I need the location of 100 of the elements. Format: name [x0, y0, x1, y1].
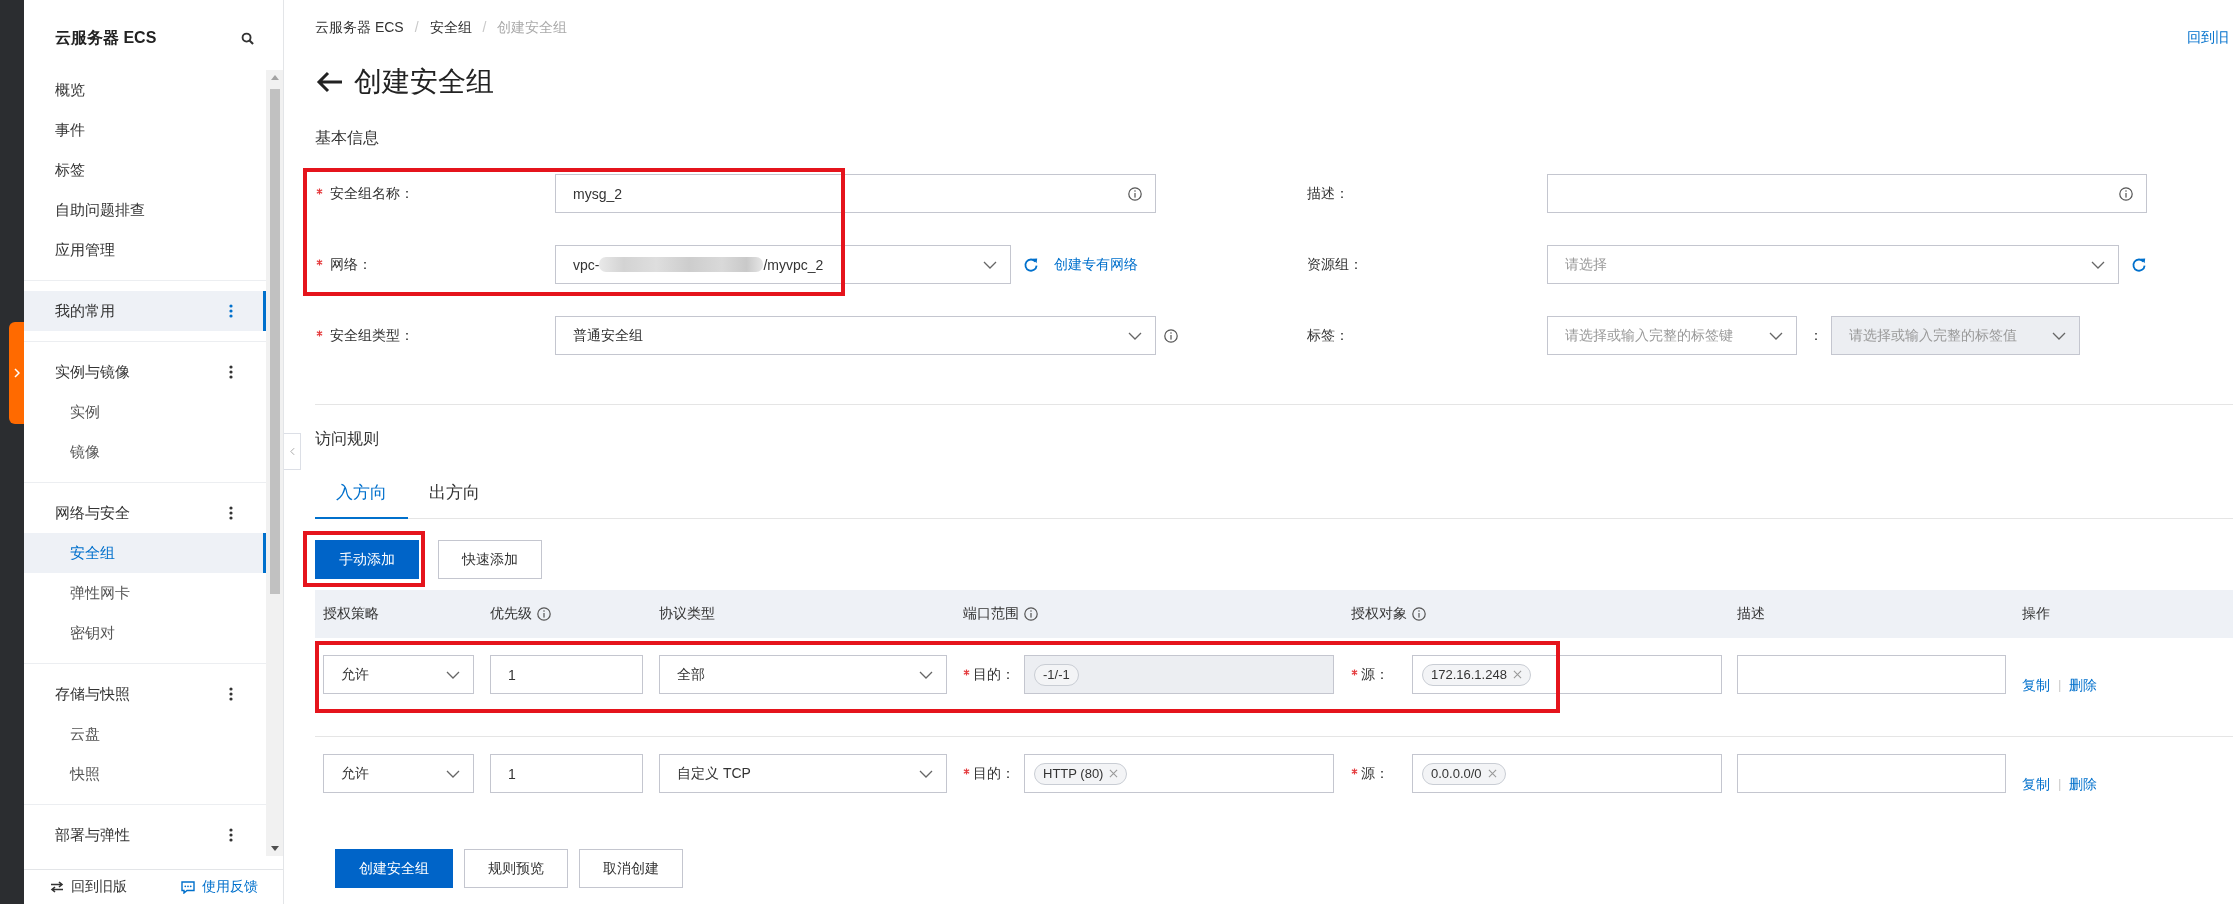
source-field[interactable]: 0.0.0.0/0 [1412, 754, 1722, 793]
refresh-icon[interactable] [1023, 256, 1039, 273]
chevron-down-icon [2052, 331, 2066, 340]
priority-field[interactable]: 1 [490, 655, 643, 694]
column-header: 优先级 [490, 605, 532, 623]
action-separator: | [2058, 676, 2062, 694]
field-label: 描述： [1307, 184, 1349, 203]
column-header: 描述 [1737, 605, 1765, 623]
quick-add-button[interactable]: 快速添加 [438, 540, 542, 579]
text-field[interactable] [1547, 174, 2147, 213]
action-separator: | [2058, 775, 2062, 793]
protocol-select[interactable]: 全部 [659, 655, 947, 694]
info-icon[interactable] [1164, 328, 1178, 343]
back-arrow-icon[interactable] [315, 70, 343, 94]
sidebar-item[interactable]: 应用管理 [24, 230, 266, 270]
chevron-down-icon [2091, 260, 2105, 269]
info-icon[interactable] [1412, 607, 1426, 621]
info-icon[interactable] [2119, 186, 2133, 201]
old-version-link[interactable]: 回到旧版 [50, 878, 127, 896]
tag-separator: ： [1809, 326, 1823, 345]
policy-select[interactable]: 允许 [323, 754, 474, 793]
priority-field[interactable]: 1 [490, 754, 643, 793]
sidebar-section[interactable]: 存储与快照 [24, 674, 266, 714]
create-network-link[interactable]: 创建专有网络 [1054, 255, 1138, 274]
description-field[interactable] [1737, 754, 2006, 793]
row-action-link[interactable]: 复制 [2022, 675, 2050, 695]
more-icon[interactable] [229, 506, 233, 520]
cancel-button[interactable]: 取消创建 [579, 849, 683, 888]
chevron-down-icon [919, 670, 933, 679]
sidebar-section[interactable]: 我的常用 [24, 291, 266, 331]
column-header: 授权策略 [323, 605, 379, 623]
more-icon[interactable] [229, 828, 233, 842]
manual-add-button[interactable]: 手动添加 [315, 540, 419, 579]
source-tag[interactable]: 0.0.0.0/0 [1422, 762, 1506, 785]
row-action-link[interactable]: 删除 [2069, 774, 2098, 794]
text-field[interactable]: mysg_2 [555, 174, 1156, 213]
chevron-down-icon [446, 670, 460, 679]
column-header: 端口范围 [963, 605, 1019, 623]
old-version-link[interactable]: 回到旧 [2187, 27, 2229, 47]
sidebar-item[interactable]: 弹性网卡 [24, 573, 266, 613]
scrollbar-thumb[interactable] [269, 89, 280, 594]
sidebar-item[interactable]: 事件 [24, 110, 266, 150]
protocol-select[interactable]: 自定义 TCP [659, 754, 947, 793]
column-header: 协议类型 [659, 605, 715, 623]
column-header: 操作 [2022, 605, 2050, 623]
info-icon[interactable] [1024, 607, 1038, 621]
scrollbar[interactable] [266, 70, 283, 856]
description-field[interactable] [1737, 655, 2006, 694]
breadcrumb-current: 创建安全组 [497, 18, 568, 37]
chevron-down-icon [1769, 331, 1783, 340]
column-header: 授权对象 [1351, 605, 1407, 623]
source-field[interactable]: 172.16.1.248 [1412, 655, 1722, 694]
info-icon[interactable] [1128, 186, 1142, 201]
breadcrumb-separator: / [482, 18, 487, 37]
info-icon[interactable] [537, 607, 551, 621]
select-field[interactable]: 普通安全组 [555, 316, 1156, 355]
direction-tab[interactable]: 出方向 [408, 467, 501, 519]
create-button[interactable]: 创建安全组 [335, 849, 453, 888]
sidebar-section[interactable]: 网络与安全 [24, 493, 266, 533]
sidebar-item[interactable]: 镜像 [24, 432, 266, 472]
chat-bubble-icon [181, 880, 195, 894]
sidebar-item[interactable]: 实例 [24, 392, 266, 432]
select-field[interactable]: vpc- /myvpc_2 [555, 245, 1011, 284]
sidebar-item[interactable]: 快照 [24, 754, 266, 794]
port-field[interactable]: HTTP (80) [1024, 754, 1334, 793]
feedback-link[interactable]: 使用反馈 [181, 878, 258, 896]
port-label: 目的： [973, 764, 1015, 783]
chevron-right-icon [13, 368, 20, 378]
chevron-down-icon [1128, 331, 1142, 340]
chevron-down-icon [446, 769, 460, 778]
breadcrumb-separator: / [414, 18, 419, 37]
swap-arrows-icon [50, 881, 64, 893]
breadcrumb-link[interactable]: 云服务器 ECS [315, 17, 404, 37]
sidebar-item[interactable]: 自助问题排查 [24, 190, 266, 230]
more-icon[interactable] [229, 687, 233, 701]
refresh-icon[interactable] [2131, 256, 2147, 273]
more-icon[interactable] [229, 365, 233, 379]
sidebar-title: 云服务器 ECS [55, 27, 157, 48]
field-label: 安全组类型： [330, 326, 414, 345]
sidebar-item[interactable]: 标签 [24, 150, 266, 190]
breadcrumb-link[interactable]: 安全组 [429, 17, 472, 37]
sidebar-section[interactable]: 部署与弹性 [24, 815, 266, 855]
preview-button[interactable]: 规则预览 [464, 849, 568, 888]
chevron-down-icon [983, 260, 997, 269]
chevron-left-icon [289, 447, 295, 456]
row-action-link[interactable]: 复制 [2022, 774, 2050, 794]
search-icon[interactable] [241, 31, 254, 45]
sidebar-item[interactable]: 密钥对 [24, 613, 266, 653]
sidebar-item[interactable]: 概览 [24, 70, 266, 110]
direction-tab[interactable]: 入方向 [315, 467, 408, 519]
port-tag[interactable]: HTTP (80) [1034, 762, 1128, 785]
sidebar-section[interactable]: 实例与镜像 [24, 352, 266, 392]
triangle-down-icon[interactable] [270, 846, 279, 851]
sidebar-item[interactable]: 安全组 [24, 533, 266, 573]
policy-select[interactable]: 允许 [323, 655, 474, 694]
sidebar-item[interactable]: 云盘 [24, 714, 266, 754]
row-action-link[interactable]: 删除 [2069, 675, 2098, 695]
source-tag[interactable]: 172.16.1.248 [1422, 663, 1531, 686]
section-heading: 访问规则 [315, 429, 380, 449]
field-label: 标签： [1307, 326, 1349, 345]
